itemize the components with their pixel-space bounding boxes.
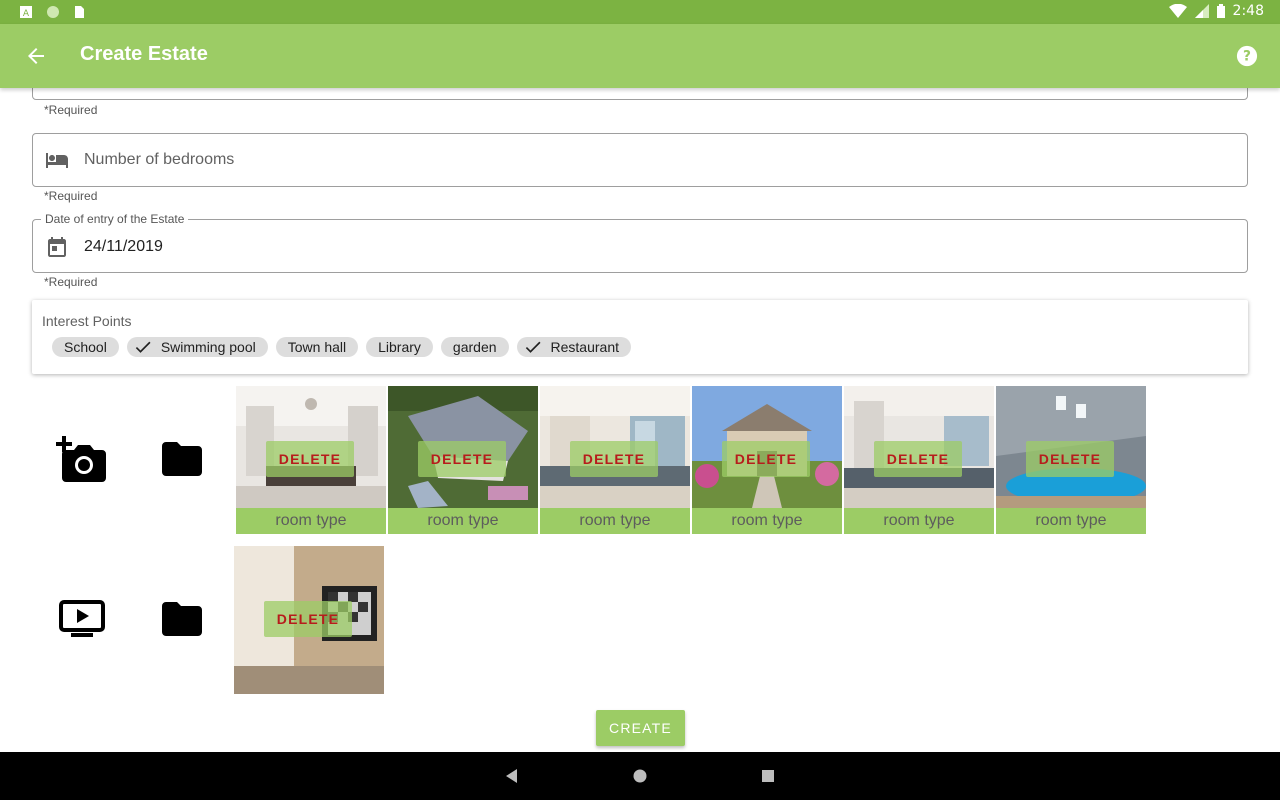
nav-back-icon[interactable] — [504, 768, 520, 784]
video-tv-icon[interactable] — [59, 600, 105, 638]
previous-field[interactable] — [32, 88, 1248, 100]
status-time: 2:48 — [1232, 3, 1264, 19]
chip-swimming-pool[interactable]: Swimming pool — [126, 337, 268, 357]
photo-thumbnail[interactable]: DELETE room type — [692, 386, 842, 534]
app-notification-icon: A — [20, 6, 32, 19]
interest-points-title: Interest Points — [42, 313, 132, 329]
delete-photo-button[interactable]: DELETE — [570, 441, 658, 477]
bed-icon — [46, 153, 68, 168]
chip-label: Town hall — [287, 339, 347, 355]
video-thumbnail[interactable]: DELETE — [234, 546, 384, 694]
bedrooms-helper: *Required — [44, 189, 98, 203]
bedrooms-input[interactable]: Number of bedrooms — [84, 151, 234, 169]
notification-icons: A — [20, 5, 86, 19]
delete-photo-button[interactable]: DELETE — [418, 441, 506, 477]
create-button[interactable]: CREATE — [596, 710, 685, 746]
delete-video-button[interactable]: DELETE — [264, 601, 352, 637]
delete-photo-button[interactable]: DELETE — [266, 441, 354, 477]
chip-garden[interactable]: garden — [440, 337, 509, 357]
help-icon[interactable]: ? — [1236, 45, 1258, 67]
battery-icon — [1216, 4, 1225, 18]
chip-restaurant[interactable]: Restaurant — [516, 337, 631, 357]
app-bar: Create Estate ? — [0, 24, 1280, 88]
photo-thumbnail[interactable]: DELETE room type — [996, 386, 1146, 534]
chip-library[interactable]: Library — [366, 337, 433, 357]
interest-chip-group: School Swimming pool Town hall Library g… — [52, 337, 631, 357]
svg-text:?: ? — [1243, 49, 1251, 65]
delete-photo-button[interactable]: DELETE — [874, 441, 962, 477]
wifi-icon — [1168, 4, 1187, 18]
signal-icon — [1194, 4, 1209, 18]
photo-thumbnail[interactable]: DELETE room type — [540, 386, 690, 534]
system-nav-bar — [0, 752, 1280, 800]
chip-school[interactable]: School — [52, 337, 119, 357]
room-type-label[interactable]: room type — [236, 508, 386, 534]
calendar-icon — [48, 237, 66, 257]
delete-photo-button[interactable]: DELETE — [722, 441, 810, 477]
room-type-label[interactable]: room type — [844, 508, 994, 534]
entry-date-field[interactable]: Date of entry of the Estate 24/11/2019 — [32, 212, 1248, 273]
video-folder-icon[interactable] — [162, 602, 202, 636]
chip-label: School — [64, 339, 107, 355]
svg-text:A: A — [23, 9, 30, 19]
chip-label: Restaurant — [550, 339, 619, 355]
chip-label: garden — [452, 339, 497, 355]
nav-recents-icon[interactable] — [760, 768, 776, 784]
check-icon — [135, 341, 151, 353]
bedrooms-field[interactable]: Number of bedrooms — [32, 133, 1248, 187]
add-photo-camera-icon[interactable] — [56, 436, 106, 482]
status-bar: A 2:48 — [0, 0, 1280, 24]
page-title: Create Estate — [80, 43, 208, 65]
previous-field-helper: *Required — [44, 103, 98, 117]
chip-label: Library — [378, 339, 421, 355]
form-content[interactable]: *Required Number of bedrooms *Required D… — [0, 88, 1280, 752]
photo-thumbnail[interactable]: DELETE room type — [844, 386, 994, 534]
photo-thumbnail[interactable]: DELETE room type — [388, 386, 538, 534]
entry-date-label: Date of entry of the Estate — [41, 212, 189, 226]
photo-folder-icon[interactable] — [162, 442, 202, 476]
status-right: 2:48 — [1168, 3, 1264, 19]
back-arrow-icon[interactable] — [24, 44, 48, 68]
check-icon — [525, 341, 541, 353]
room-type-label[interactable]: room type — [540, 508, 690, 534]
room-type-label[interactable]: room type — [388, 508, 538, 534]
entry-date-input[interactable]: 24/11/2019 — [84, 238, 163, 256]
circle-notification-icon — [47, 6, 59, 18]
entry-date-helper: *Required — [44, 275, 98, 289]
interest-points-card: Interest Points School Swimming pool Tow… — [32, 300, 1248, 374]
nav-home-icon[interactable] — [632, 768, 648, 784]
room-type-label[interactable]: room type — [996, 508, 1146, 534]
photo-thumbnail[interactable]: DELETE room type — [236, 386, 386, 534]
sd-card-icon — [75, 6, 84, 18]
chip-label: Swimming pool — [160, 339, 256, 355]
delete-photo-button[interactable]: DELETE — [1026, 441, 1114, 477]
room-type-label[interactable]: room type — [692, 508, 842, 534]
chip-town-hall[interactable]: Town hall — [275, 337, 359, 357]
